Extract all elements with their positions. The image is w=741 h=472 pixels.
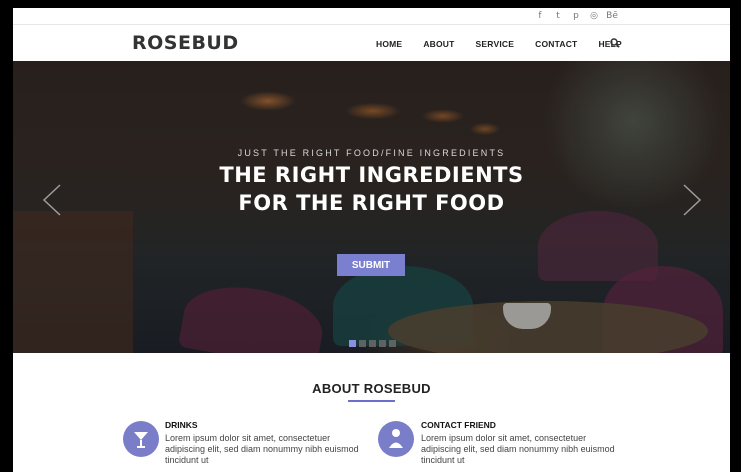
nav-service[interactable]: SERVICE	[476, 39, 515, 49]
dribbble-icon[interactable]: ◎	[588, 10, 600, 22]
hero-headline-line-1: THE RIGHT INGREDIENTS	[219, 163, 524, 187]
feature-text-contact: Lorem ipsum dolor sit amet, consectetuer…	[421, 433, 615, 465]
hero-kicker: JUST THE RIGHT FOOD/FINE INGREDIENTS	[237, 148, 506, 158]
social-links: f t p ◎ Bē	[534, 10, 618, 22]
slider-dot[interactable]	[369, 340, 376, 347]
navbar: ROSEBUD HOME ABOUT SERVICE CONTACT HELP	[13, 26, 730, 61]
about-title: ABOUT ROSEBUD	[312, 381, 431, 396]
slider-pagination	[349, 340, 396, 347]
twitter-icon[interactable]: t	[552, 10, 564, 22]
brand-logo[interactable]: ROSEBUD	[132, 32, 239, 54]
hero-headline-line-2: FOR THE RIGHT FOOD	[238, 191, 505, 215]
hero-headline: THE RIGHT INGREDIENTS FOR THE RIGHT FOOD	[13, 161, 730, 217]
submit-button[interactable]: SUBMIT	[337, 254, 405, 276]
feature-title-contact: CONTACT FRIEND	[421, 420, 496, 430]
pinterest-icon[interactable]: p	[570, 10, 582, 22]
feature-title-drinks: DRINKS	[165, 420, 198, 430]
facebook-icon[interactable]: f	[534, 10, 546, 22]
cocktail-glass-icon	[123, 421, 159, 457]
about-title-underline	[348, 400, 395, 402]
slider-dot[interactable]	[389, 340, 396, 347]
behance-icon[interactable]: Bē	[606, 10, 618, 22]
browser-frame: f t p ◎ Bē ROSEBUD HOME ABOUT SERVICE CO…	[13, 8, 730, 472]
nav-contact[interactable]: CONTACT	[535, 39, 577, 49]
slider-dot[interactable]	[379, 340, 386, 347]
hero-slider: JUST THE RIGHT FOOD/FINE INGREDIENTS THE…	[13, 61, 730, 353]
main-menu: HOME ABOUT SERVICE CONTACT HELP	[376, 39, 629, 49]
feature-text-drinks: Lorem ipsum dolor sit amet, consectetuer…	[165, 433, 359, 465]
person-icon	[378, 421, 414, 457]
nav-home[interactable]: HOME	[376, 39, 402, 49]
social-bar: f t p ◎ Bē	[13, 8, 730, 25]
nav-about[interactable]: ABOUT	[423, 39, 454, 49]
slider-dot[interactable]	[359, 340, 366, 347]
slider-dot[interactable]	[349, 340, 356, 347]
search-icon[interactable]	[610, 38, 620, 48]
